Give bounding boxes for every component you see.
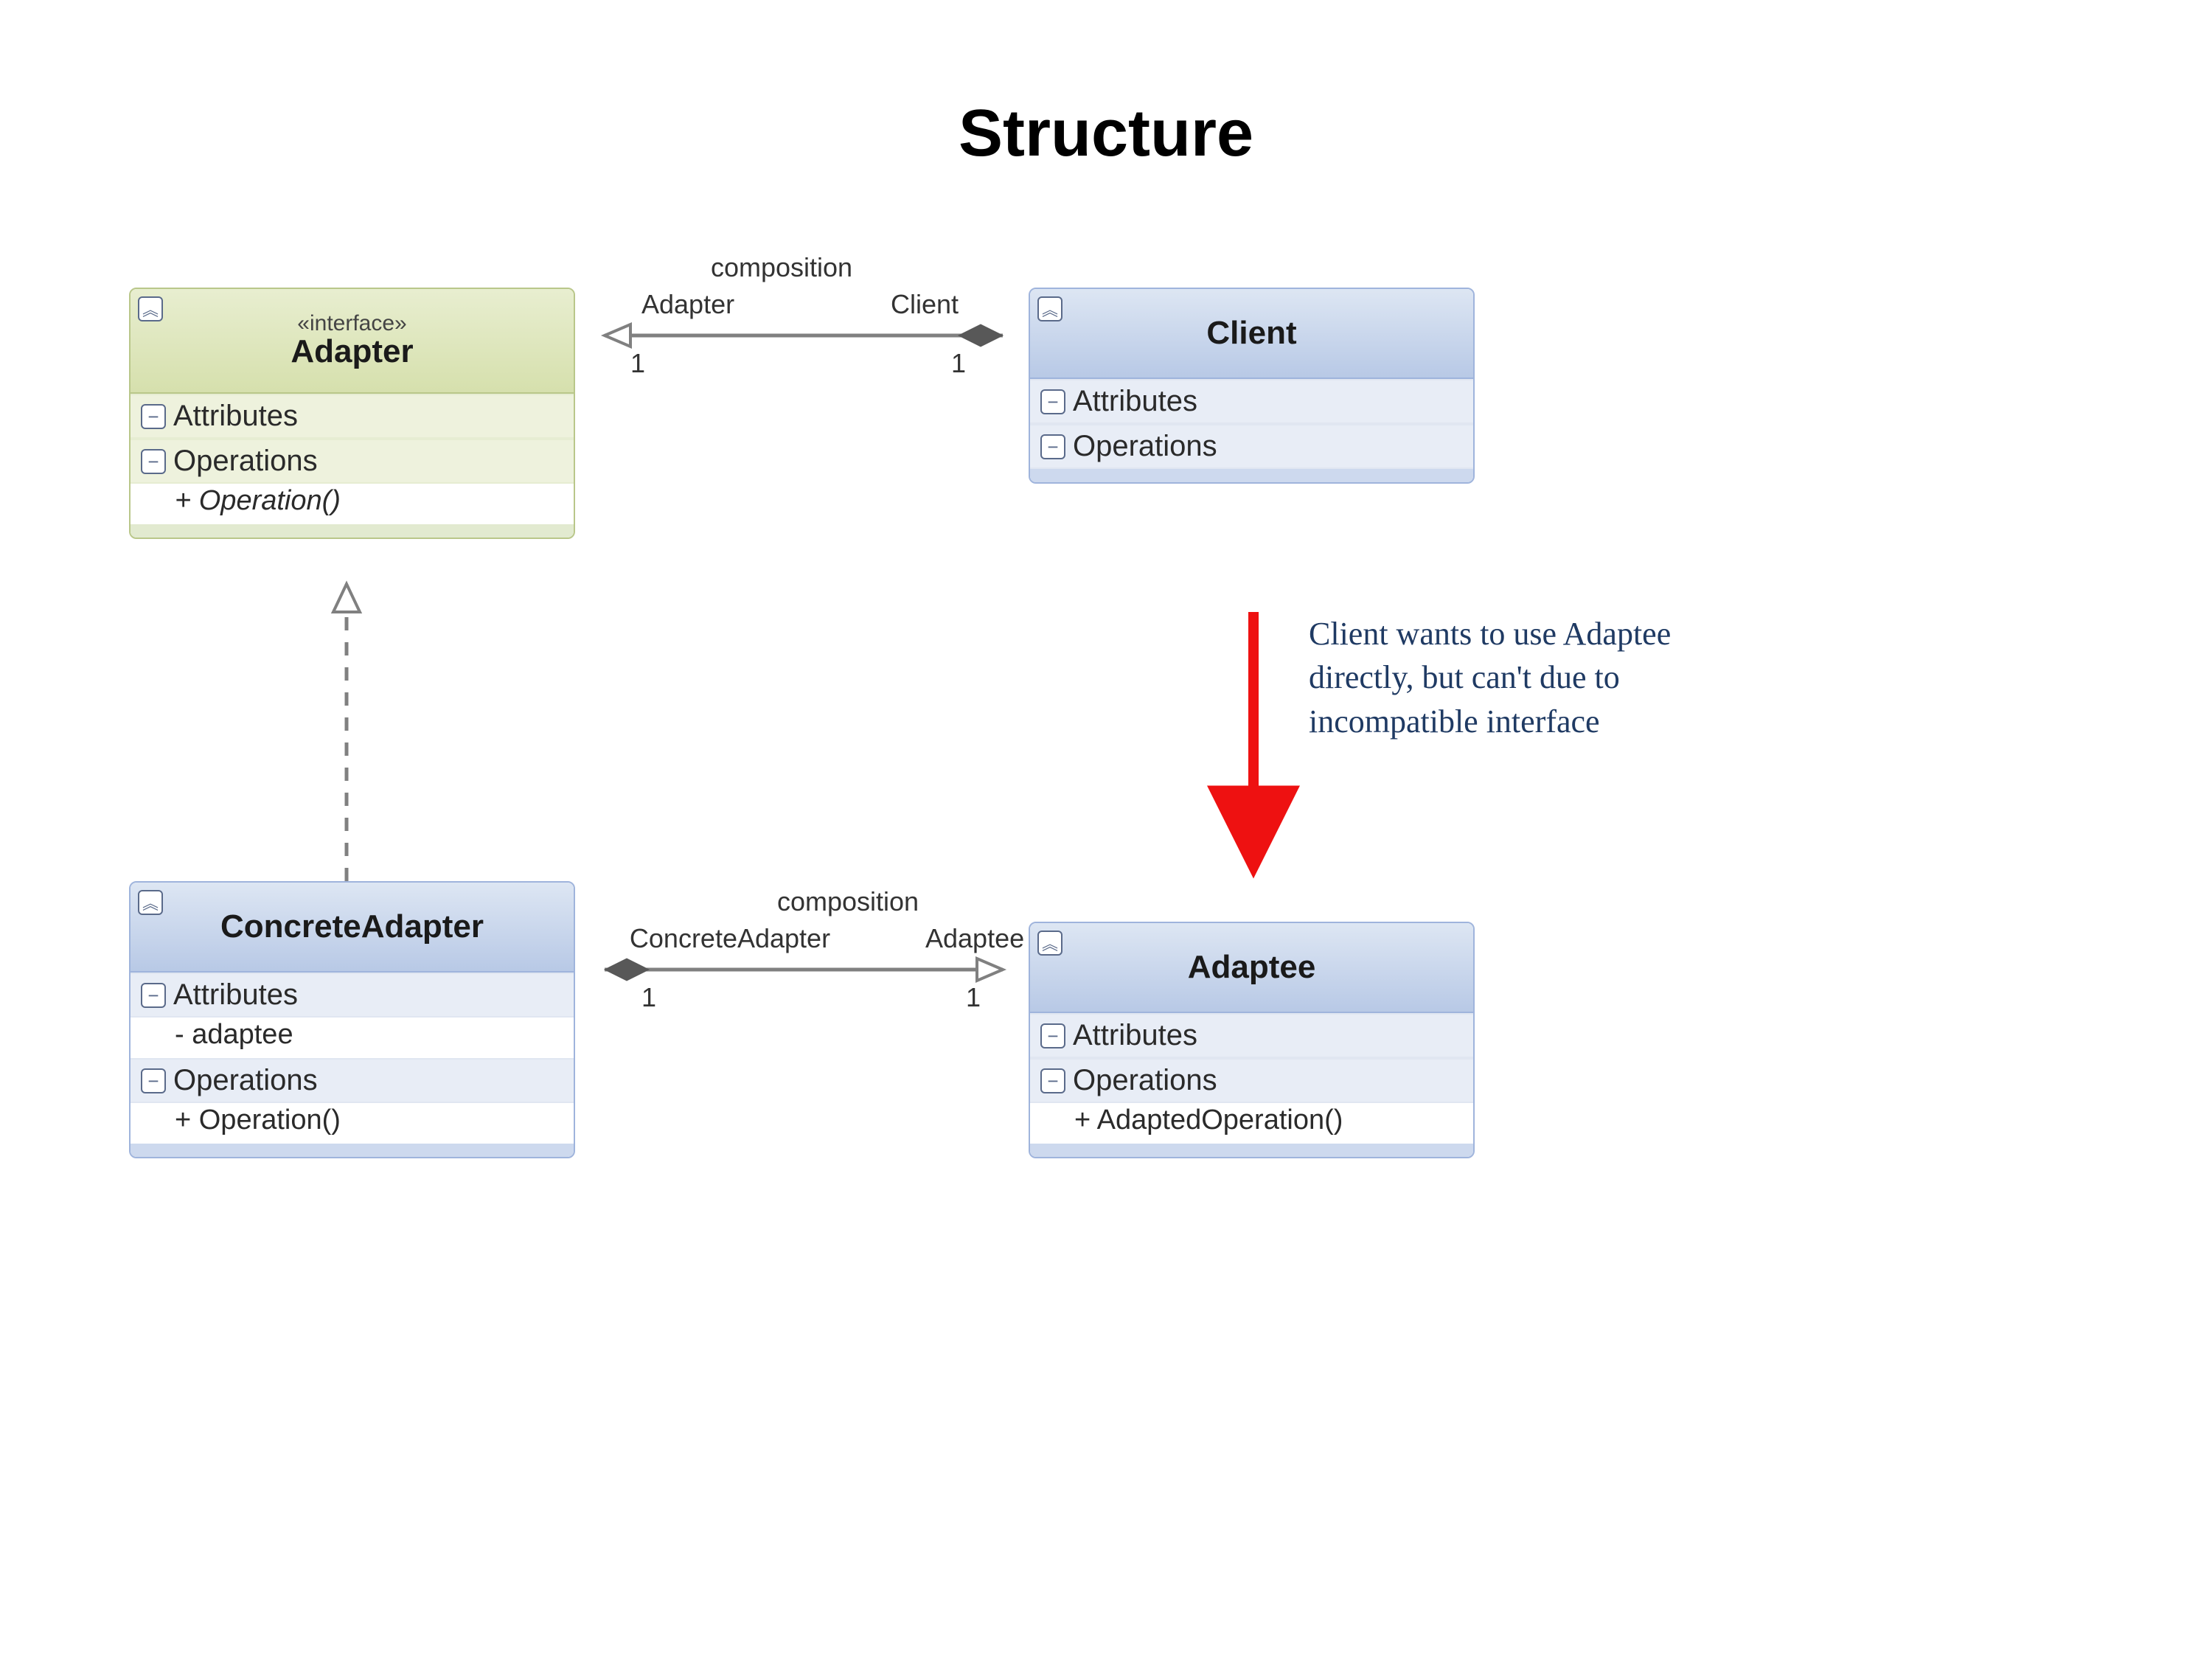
- class-name: ConcreteAdapter: [220, 908, 484, 945]
- relation-mult-a: 1: [630, 348, 645, 378]
- minus-icon: −: [141, 404, 166, 429]
- minus-icon: −: [141, 983, 166, 1008]
- member-operation: + AdaptedOperation(): [1030, 1103, 1473, 1144]
- relation-end-b: Client: [891, 289, 959, 319]
- connectors-overlay: composition Adapter Client 1 1 compositi…: [0, 0, 2212, 1659]
- annotation-note: Client wants to use Adaptee directly, bu…: [1309, 612, 1751, 743]
- relation-end-b: Adaptee: [925, 923, 1024, 953]
- class-name: Adapter: [291, 333, 413, 370]
- section-attributes: − Attributes: [131, 973, 574, 1018]
- relation-label: composition: [711, 252, 852, 282]
- section-operations: − Operations: [1030, 424, 1473, 469]
- section-label: Operations: [1073, 1064, 1217, 1097]
- relation-mult-b: 1: [966, 982, 981, 1012]
- section-label: Operations: [173, 445, 318, 478]
- section-label: Operations: [1073, 430, 1217, 463]
- section-label: Operations: [173, 1064, 318, 1097]
- page-title: Structure: [0, 96, 2212, 172]
- relation-realization: [333, 584, 360, 881]
- stereotype: «interface»: [297, 311, 406, 336]
- relation-mult-a: 1: [641, 982, 656, 1012]
- relation-concrete-adaptee: composition ConcreteAdapter Adaptee 1 1: [605, 886, 1024, 1012]
- relation-end-a: ConcreteAdapter: [630, 923, 830, 953]
- section-label: Attributes: [173, 978, 298, 1012]
- section-label: Attributes: [1073, 385, 1197, 418]
- member-attribute: - adaptee: [131, 1018, 574, 1058]
- collapse-icon: ︽: [1037, 931, 1062, 956]
- class-client: ︽ Client − Attributes − Operations: [1029, 288, 1475, 484]
- collapse-icon: ︽: [1037, 296, 1062, 321]
- section-attributes: − Attributes: [1030, 1013, 1473, 1058]
- member-operation: + Operation(): [131, 1103, 574, 1144]
- relation-client-adapter: composition Adapter Client 1 1: [605, 252, 1003, 378]
- section-label: Attributes: [173, 400, 298, 433]
- minus-icon: −: [1040, 1068, 1065, 1093]
- section-attributes: − Attributes: [131, 394, 574, 439]
- collapse-icon: ︽: [138, 296, 163, 321]
- relation-mult-b: 1: [951, 348, 966, 378]
- class-adapter: ︽ «interface» Adapter − Attributes − Ope…: [129, 288, 575, 539]
- section-operations: − Operations: [131, 439, 574, 484]
- section-operations: − Operations: [131, 1058, 574, 1103]
- section-attributes: − Attributes: [1030, 379, 1473, 424]
- minus-icon: −: [141, 1068, 166, 1093]
- relation-end-a: Adapter: [641, 289, 734, 319]
- minus-icon: −: [1040, 1023, 1065, 1048]
- class-adaptee: ︽ Adaptee − Attributes − Operations + Ad…: [1029, 922, 1475, 1158]
- minus-icon: −: [1040, 389, 1065, 414]
- section-operations: − Operations: [1030, 1058, 1473, 1103]
- minus-icon: −: [1040, 434, 1065, 459]
- minus-icon: −: [141, 449, 166, 474]
- section-label: Attributes: [1073, 1019, 1197, 1052]
- member-operation: + Operation(): [131, 484, 574, 524]
- relation-label: composition: [777, 886, 919, 917]
- class-concrete-adapter: ︽ ConcreteAdapter − Attributes - adaptee…: [129, 881, 575, 1158]
- collapse-icon: ︽: [138, 890, 163, 915]
- class-name: Client: [1206, 315, 1296, 352]
- class-name: Adaptee: [1188, 949, 1316, 986]
